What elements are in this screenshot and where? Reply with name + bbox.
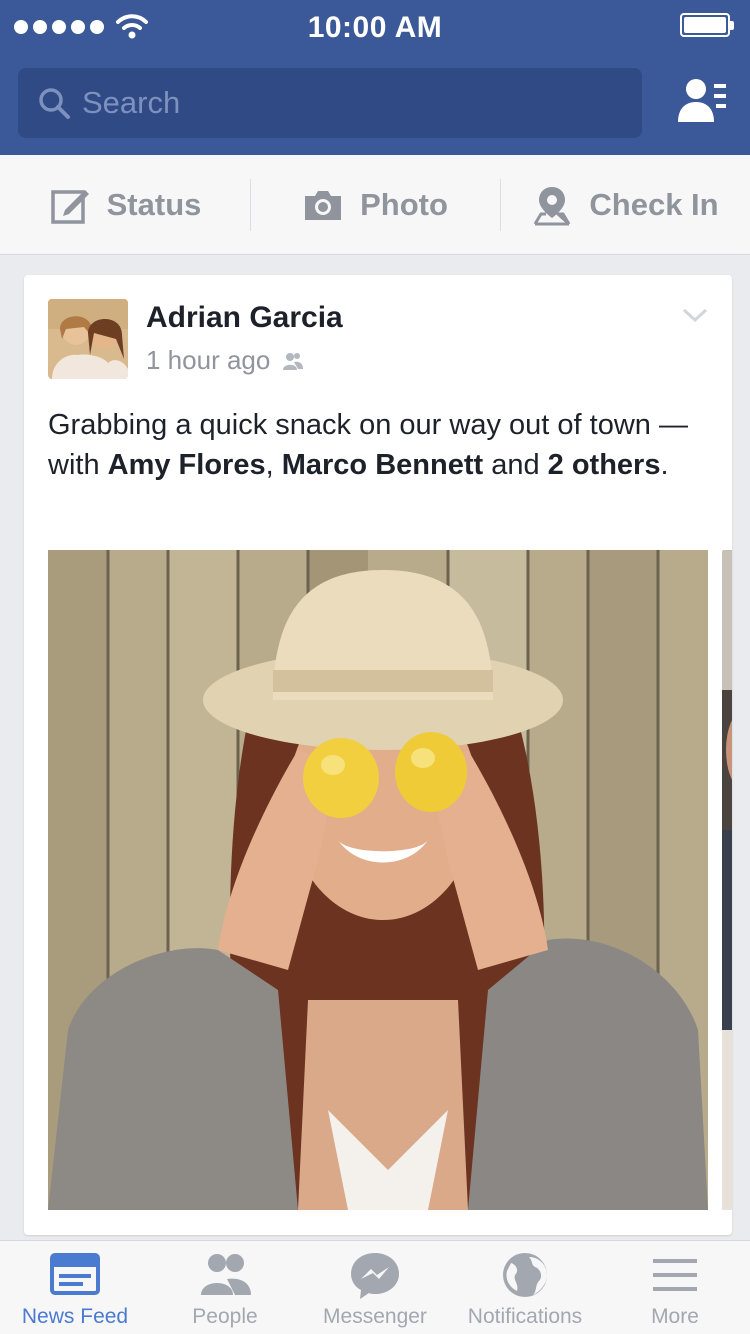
check-in-label: Check In <box>589 186 719 222</box>
globe-icon <box>503 1253 547 1297</box>
status-label: Status <box>106 186 202 222</box>
story-meta: 1 hour ago <box>146 345 304 376</box>
tab-notifications[interactable]: Notifications <box>450 1241 600 1334</box>
edit-icon <box>50 189 89 224</box>
tab-messenger[interactable]: Messenger <box>300 1241 450 1334</box>
post-text: Grabbing a quick snack on our way out of… <box>48 405 698 485</box>
status-time: 10:00 AM <box>307 11 443 44</box>
camera-icon <box>305 190 342 220</box>
top-navigation-bar: 10:00 AM Search <box>0 0 750 155</box>
friends-audience-icon <box>283 352 304 370</box>
tagged-others[interactable]: 2 others <box>548 449 661 481</box>
search-icon <box>39 88 70 119</box>
messenger-icon <box>351 1253 399 1299</box>
search-input[interactable]: Search <box>18 68 642 138</box>
author-name[interactable]: Adrian Garcia <box>146 301 343 335</box>
tab-label: More <box>651 1305 699 1328</box>
status-bar: 10:00 AM <box>0 0 750 54</box>
battery-icon <box>680 13 734 37</box>
post-text-separator: , <box>265 449 282 481</box>
tab-label: Messenger <box>323 1305 427 1328</box>
chevron-down-icon[interactable] <box>680 305 710 325</box>
next-photo-preview[interactable] <box>722 550 732 1210</box>
post-text-suffix: . <box>660 449 669 481</box>
tab-people[interactable]: People <box>150 1241 300 1334</box>
post-timestamp[interactable]: 1 hour ago <box>146 345 270 376</box>
people-icon <box>201 1254 251 1295</box>
menu-icon <box>653 1259 697 1291</box>
feed-story[interactable]: Adrian Garcia 1 hour ago Grabbing a quic… <box>24 275 732 1235</box>
location-pin-icon <box>534 186 571 225</box>
tab-more[interactable]: More <box>600 1241 750 1334</box>
status-button[interactable]: Status <box>0 155 250 254</box>
avatar[interactable] <box>48 299 128 379</box>
composer-bar: Status Photo Check In <box>0 155 750 255</box>
tab-label: Notifications <box>467 1305 583 1328</box>
news-feed-icon <box>50 1253 100 1295</box>
friend-requests-icon[interactable] <box>676 74 728 126</box>
photo-label: Photo <box>360 186 448 222</box>
post-photo[interactable] <box>48 550 708 1210</box>
tab-label: People <box>192 1305 258 1328</box>
search-placeholder: Search <box>82 85 181 120</box>
bottom-tab-bar: News Feed People Messenger Notifications <box>0 1240 750 1334</box>
tagged-friend-2[interactable]: Marco Bennett <box>282 449 483 481</box>
photo-button[interactable]: Photo <box>250 155 500 254</box>
check-in-button[interactable]: Check In <box>500 155 750 254</box>
post-text-and: and <box>483 449 548 481</box>
tab-label: News Feed <box>21 1305 129 1328</box>
tab-news-feed[interactable]: News Feed <box>0 1241 150 1334</box>
tagged-friend-1[interactable]: Amy Flores <box>108 449 266 481</box>
